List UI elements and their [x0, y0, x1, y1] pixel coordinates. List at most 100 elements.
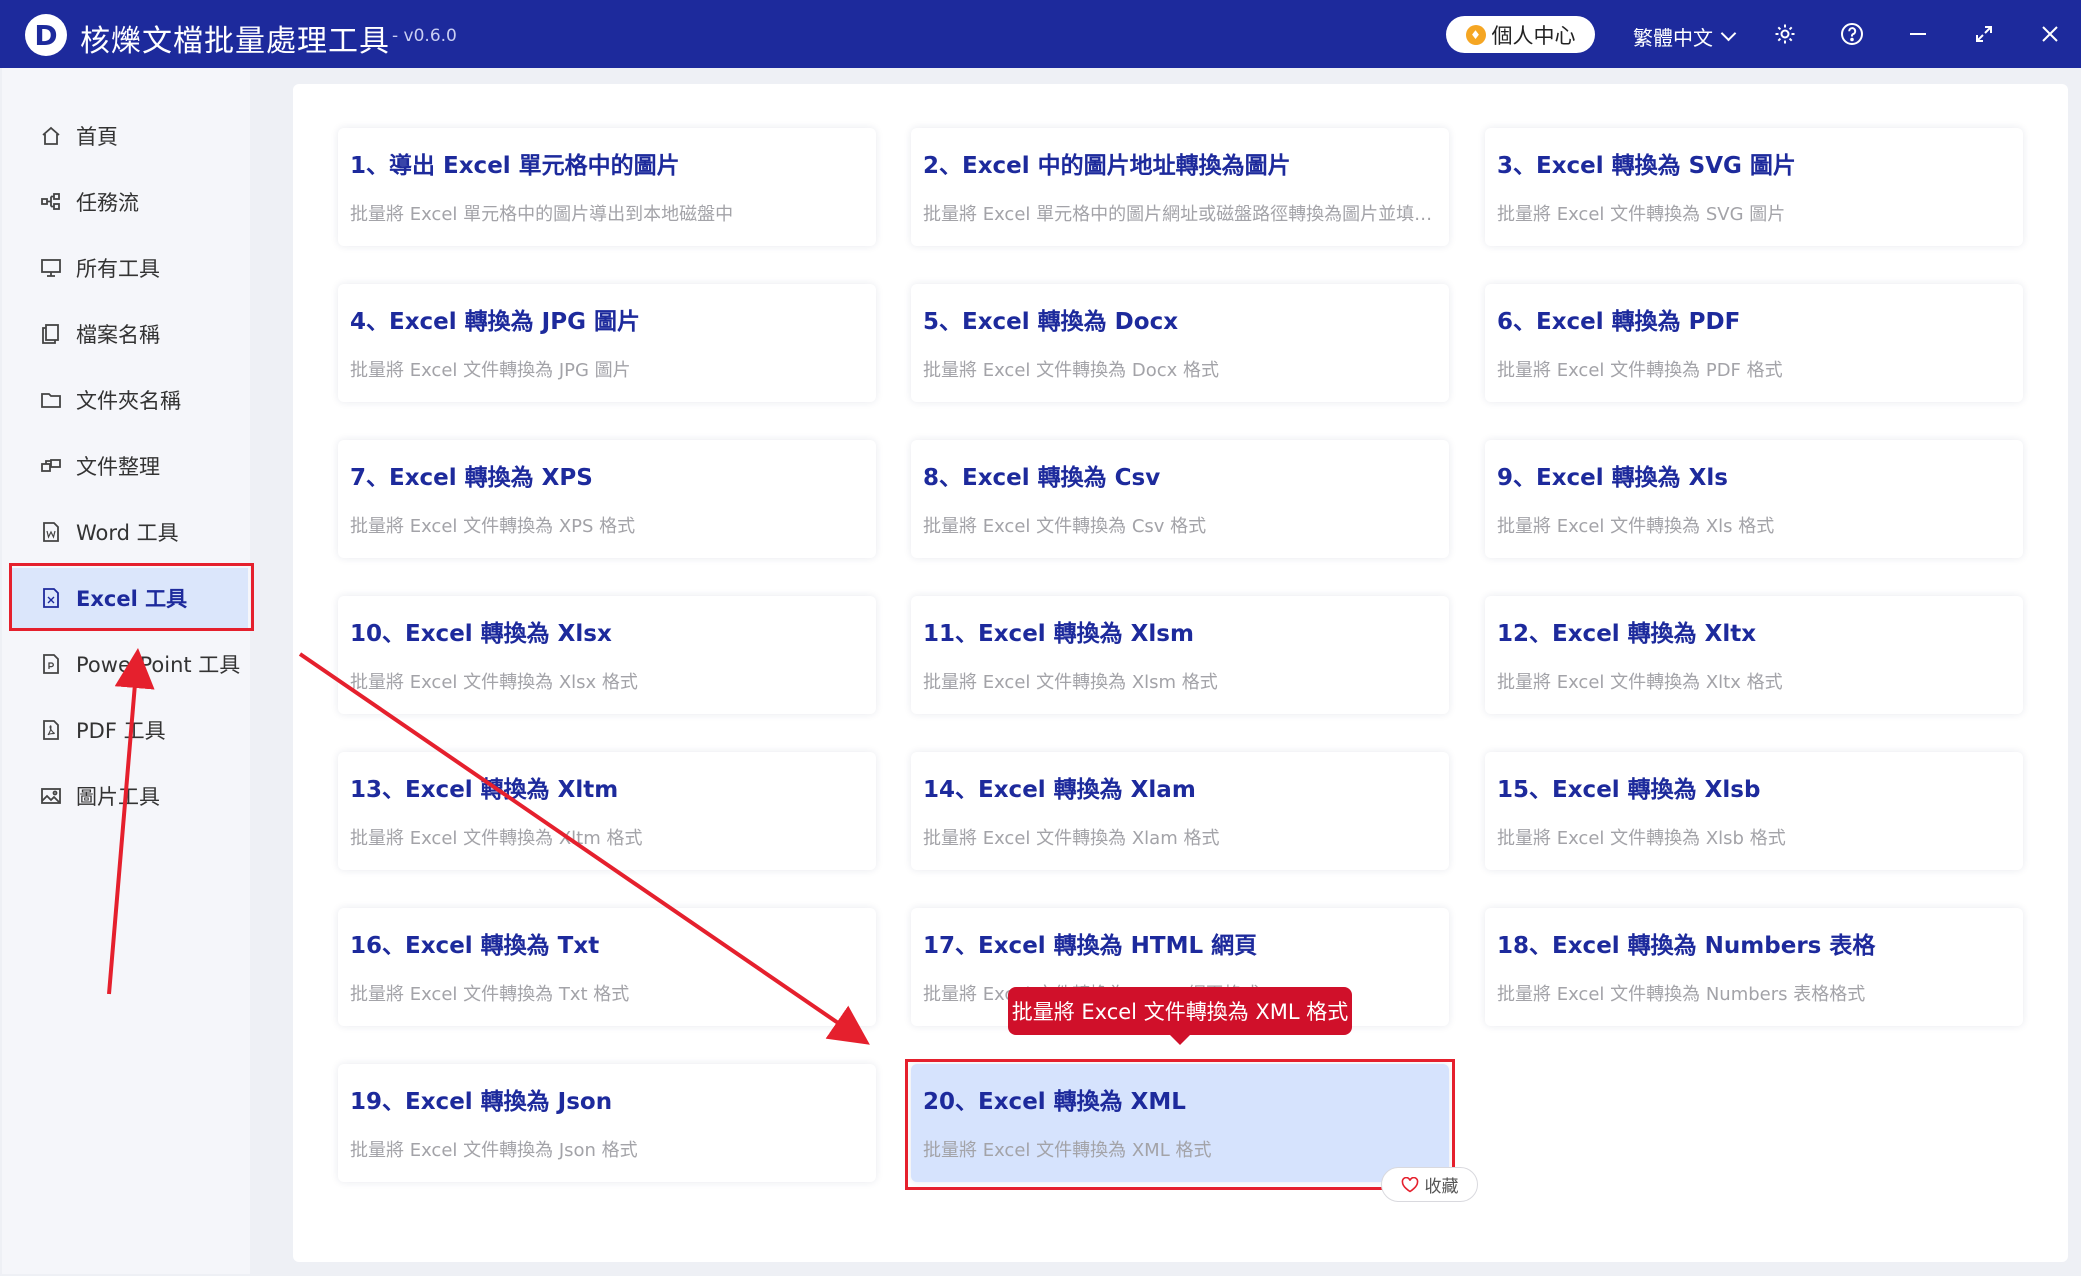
- tool-card-title: 15、Excel 轉換為 Xlsb: [1497, 777, 1761, 803]
- heart-icon: [1401, 1176, 1418, 1192]
- app-title: 核爍文檔批量處理工具: [80, 24, 390, 59]
- file-copy-icon: [40, 323, 62, 345]
- pdf-file-icon: [40, 719, 62, 741]
- tool-card-description: 批量將 Excel 文件轉換為 Xlsm 格式: [923, 672, 1218, 693]
- tool-card[interactable]: 9、Excel 轉換為 Xls 批量將 Excel 文件轉換為 Xls 格式: [1485, 440, 2023, 558]
- tool-card-description: 批量將 Excel 文件轉換為 Numbers 表格格式: [1497, 984, 1866, 1005]
- ppt-file-icon: [40, 653, 62, 675]
- tool-card-description: 批量將 Excel 文件轉換為 JPG 圖片: [350, 360, 631, 381]
- sidebar-item-file-organize[interactable]: 文件整理: [12, 436, 248, 496]
- sidebar-item-home[interactable]: 首頁: [12, 106, 248, 166]
- tool-card[interactable]: 15、Excel 轉換為 Xlsb 批量將 Excel 文件轉換為 Xlsb 格…: [1485, 752, 2023, 870]
- vip-crown-icon: ♦: [1465, 24, 1486, 45]
- language-label: 繁體中文: [1633, 26, 1713, 50]
- tool-card-title: 13、Excel 轉換為 Xltm: [350, 777, 619, 803]
- tool-card-selected[interactable]: 20、Excel 轉換為 XML 批量將 Excel 文件轉換為 XML 格式: [911, 1064, 1449, 1182]
- workflow-icon: [40, 191, 62, 213]
- app-logo: D: [25, 14, 67, 56]
- folder-icon: [40, 389, 62, 411]
- tool-card-description: 批量將 Excel 文件轉換為 XML 格式: [923, 1140, 1212, 1161]
- tool-card-title: 16、Excel 轉換為 Txt: [350, 933, 600, 959]
- tool-card-title: 14、Excel 轉換為 Xlam: [923, 777, 1196, 803]
- tool-card[interactable]: 8、Excel 轉換為 Csv 批量將 Excel 文件轉換為 Csv 格式: [911, 440, 1449, 558]
- tool-card-title: 12、Excel 轉換為 Xltx: [1497, 621, 1757, 647]
- app-version: - v0.6.0: [392, 26, 457, 46]
- tool-card-description: 批量將 Excel 文件轉換為 Docx 格式: [923, 360, 1219, 381]
- tool-card-title: 4、Excel 轉換為 JPG 圖片: [350, 309, 640, 335]
- minimize-icon[interactable]: [1902, 18, 1934, 50]
- sidebar-item-label: 文件夾名稱: [76, 389, 181, 413]
- sidebar-item-powerpoint-tools[interactable]: PowerPoint 工具: [12, 634, 248, 694]
- sidebar-item-label: 檔案名稱: [76, 323, 160, 347]
- image-icon: [40, 785, 62, 807]
- tool-card[interactable]: 3、Excel 轉換為 SVG 圖片 批量將 Excel 文件轉換為 SVG 圖…: [1485, 128, 2023, 246]
- word-file-icon: [40, 521, 62, 543]
- sidebar-item-label: Excel 工具: [76, 587, 188, 611]
- tool-card[interactable]: 10、Excel 轉換為 Xlsx 批量將 Excel 文件轉換為 Xlsx 格…: [338, 596, 876, 714]
- language-select[interactable]: 繁體中文: [1633, 22, 1737, 51]
- tool-card-title: 1、導出 Excel 單元格中的圖片: [350, 153, 680, 179]
- tool-card[interactable]: 1、導出 Excel 單元格中的圖片 批量將 Excel 單元格中的圖片導出到本…: [338, 128, 876, 246]
- tool-card-description: 批量將 Excel 文件轉換為 Xlsb 格式: [1497, 828, 1786, 849]
- tool-card[interactable]: 13、Excel 轉換為 Xltm 批量將 Excel 文件轉換為 Xltm 格…: [338, 752, 876, 870]
- tool-card-title: 9、Excel 轉換為 Xls: [1497, 465, 1728, 491]
- tool-card-description: 批量將 Excel 單元格中的圖片導出到本地磁盤中: [350, 204, 734, 225]
- sidebar-item-file-name[interactable]: 檔案名稱: [12, 304, 248, 364]
- sidebar-item-image-tools[interactable]: 圖片工具: [12, 766, 248, 826]
- tool-card[interactable]: 2、Excel 中的圖片地址轉換為圖片 批量將 Excel 單元格中的圖片網址或…: [911, 128, 1449, 246]
- sidebar-item-label: PDF 工具: [76, 719, 166, 743]
- tool-card[interactable]: 11、Excel 轉換為 Xlsm 批量將 Excel 文件轉換為 Xlsm 格…: [911, 596, 1449, 714]
- tool-card-title: 7、Excel 轉換為 XPS: [350, 465, 593, 491]
- tool-card-title: 11、Excel 轉換為 Xlsm: [923, 621, 1194, 647]
- tool-card[interactable]: 14、Excel 轉換為 Xlam 批量將 Excel 文件轉換為 Xlam 格…: [911, 752, 1449, 870]
- sidebar-item-label: 圖片工具: [76, 785, 160, 809]
- tool-card-title: 2、Excel 中的圖片地址轉換為圖片: [923, 153, 1291, 179]
- sidebar-item-label: Word 工具: [76, 521, 179, 545]
- sidebar-item-label: PowerPoint 工具: [76, 653, 241, 677]
- personal-center-button[interactable]: ♦ 個人中心: [1446, 16, 1595, 53]
- tool-card[interactable]: 7、Excel 轉換為 XPS 批量將 Excel 文件轉換為 XPS 格式: [338, 440, 876, 558]
- tool-card[interactable]: 19、Excel 轉換為 Json 批量將 Excel 文件轉換為 Json 格…: [338, 1064, 876, 1182]
- sidebar-item-label: 任務流: [76, 191, 139, 215]
- tool-card-title: 3、Excel 轉換為 SVG 圖片: [1497, 153, 1796, 179]
- gear-icon[interactable]: [1769, 18, 1801, 50]
- tool-card-description: 批量將 Excel 文件轉換為 SVG 圖片: [1497, 204, 1786, 225]
- maximize-icon[interactable]: [1968, 18, 2000, 50]
- sidebar-item-all-tools[interactable]: 所有工具: [12, 238, 248, 298]
- tool-card-description: 批量將 Excel 文件轉換為 Xlam 格式: [923, 828, 1220, 849]
- tool-card-title: 6、Excel 轉換為 PDF: [1497, 309, 1741, 335]
- tool-card-description: 批量將 Excel 文件轉換為 XPS 格式: [350, 516, 636, 537]
- sidebar-item-folder-name[interactable]: 文件夾名稱: [12, 370, 248, 430]
- sidebar-item-workflow[interactable]: 任務流: [12, 172, 248, 232]
- monitor-icon: [40, 257, 62, 279]
- sidebar-item-word-tools[interactable]: Word 工具: [12, 502, 248, 562]
- tool-card-description: 批量將 Excel 文件轉換為 PDF 格式: [1497, 360, 1783, 381]
- tool-card[interactable]: 18、Excel 轉換為 Numbers 表格 批量將 Excel 文件轉換為 …: [1485, 908, 2023, 1026]
- organize-icon: [40, 455, 62, 477]
- help-icon[interactable]: [1836, 18, 1868, 50]
- tool-card-title: 17、Excel 轉換為 HTML 網頁: [923, 933, 1258, 959]
- tool-card-description: 批量將 Excel 文件轉換為 Json 格式: [350, 1140, 638, 1161]
- tool-card-title: 19、Excel 轉換為 Json: [350, 1089, 613, 1115]
- tool-card-title: 10、Excel 轉換為 Xlsx: [350, 621, 612, 647]
- tool-card[interactable]: 6、Excel 轉換為 PDF 批量將 Excel 文件轉換為 PDF 格式: [1485, 284, 2023, 402]
- favorite-button[interactable]: 收藏: [1381, 1167, 1478, 1202]
- favorite-label: 收藏: [1424, 1177, 1459, 1197]
- tool-card[interactable]: 16、Excel 轉換為 Txt 批量將 Excel 文件轉換為 Txt 格式: [338, 908, 876, 1026]
- tool-card-description: 批量將 Excel 文件轉換為 Xls 格式: [1497, 516, 1775, 537]
- tool-card[interactable]: 4、Excel 轉換為 JPG 圖片 批量將 Excel 文件轉換為 JPG 圖…: [338, 284, 876, 402]
- sidebar: 首頁 任務流 所有工具 檔案名稱 文件夾名稱 文件整理 Word 工具 Exce…: [2, 68, 250, 1274]
- sidebar-item-excel-tools[interactable]: Excel 工具: [12, 568, 248, 628]
- close-icon[interactable]: [2034, 18, 2066, 50]
- home-icon: [40, 125, 62, 147]
- title-bar: D 核爍文檔批量處理工具 - v0.6.0 ♦ 個人中心 繁體中文: [0, 0, 2081, 68]
- tool-card-description: 批量將 Excel 文件轉換為 Xltm 格式: [350, 828, 643, 849]
- personal-center-label: 個人中心: [1491, 23, 1576, 48]
- tool-card[interactable]: 5、Excel 轉換為 Docx 批量將 Excel 文件轉換為 Docx 格式: [911, 284, 1449, 402]
- tool-card-description: 批量將 Excel 文件轉換為 Csv 格式: [923, 516, 1207, 537]
- tool-card-title: 5、Excel 轉換為 Docx: [923, 309, 1179, 335]
- tool-card[interactable]: 12、Excel 轉換為 Xltx 批量將 Excel 文件轉換為 Xltx 格…: [1485, 596, 2023, 714]
- sidebar-item-pdf-tools[interactable]: PDF 工具: [12, 700, 248, 760]
- sidebar-item-label: 所有工具: [76, 257, 160, 281]
- tool-card-description: 批量將 Excel 文件轉換為 Txt 格式: [350, 984, 630, 1005]
